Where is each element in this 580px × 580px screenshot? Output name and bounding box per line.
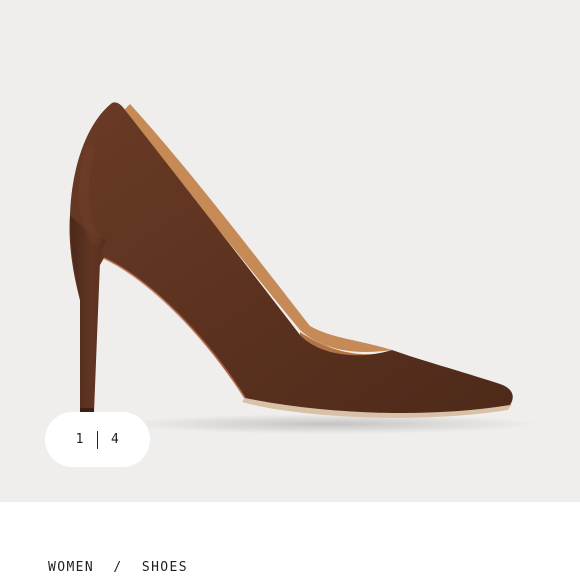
product-image-gallery[interactable]: 1 4 [0,0,580,502]
counter-divider [97,430,98,449]
breadcrumb-women[interactable]: WOMEN [48,560,94,575]
breadcrumb-separator: / [113,560,123,575]
current-image-number: 1 [75,432,84,447]
image-counter[interactable]: 1 4 [45,412,150,467]
breadcrumb: WOMEN / SHOES [48,560,188,575]
total-image-count: 4 [111,432,120,447]
breadcrumb-shoes[interactable]: SHOES [142,560,188,575]
